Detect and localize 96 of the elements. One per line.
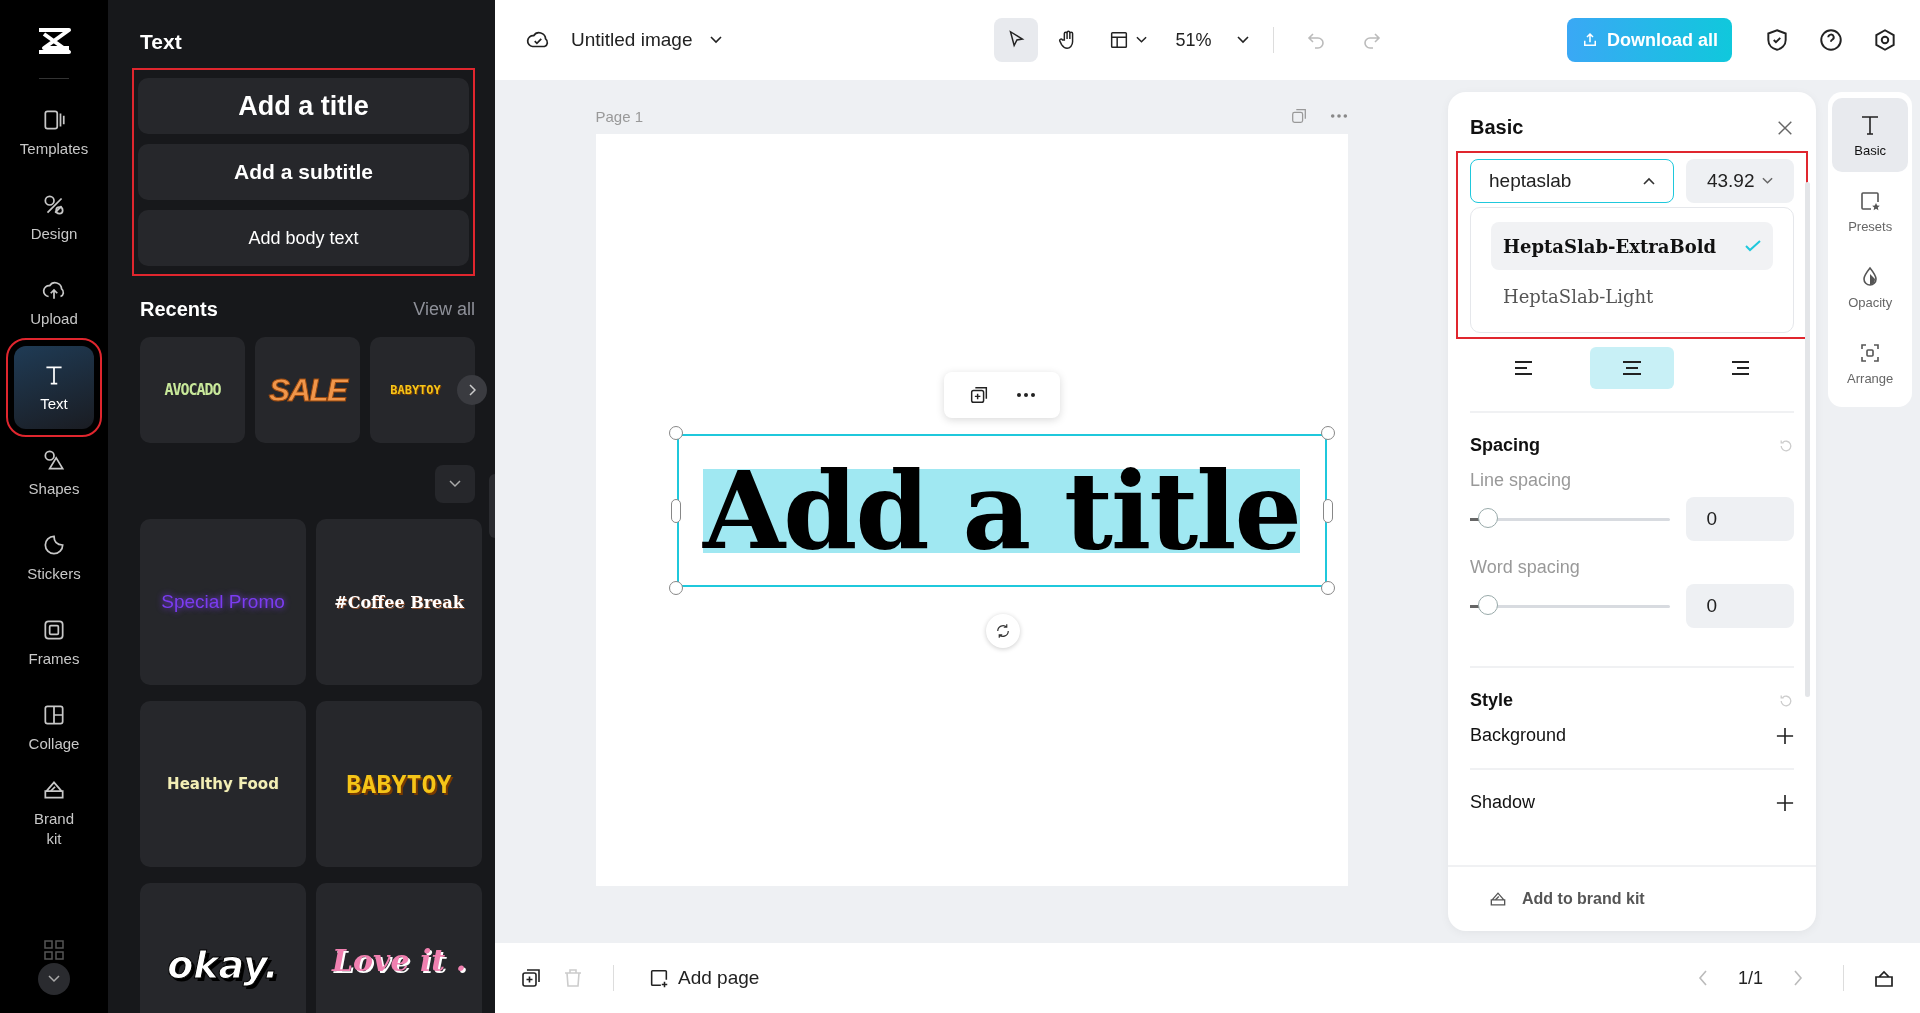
- check-icon: [1745, 240, 1762, 252]
- side-tab[interactable]: Presets: [1832, 174, 1908, 249]
- panel-title: Text: [140, 30, 183, 54]
- add-icon[interactable]: [1776, 726, 1795, 745]
- chevron-down-icon: [710, 36, 723, 44]
- apps-icon: [43, 939, 65, 961]
- scrollbar[interactable]: [1805, 182, 1811, 697]
- rotate-handle[interactable]: [985, 614, 1020, 648]
- slider-label: Word spacing: [1470, 557, 1581, 578]
- font-size-dropdown[interactable]: 43.92: [1686, 159, 1795, 203]
- close-icon[interactable]: [1776, 118, 1795, 137]
- page-label: Page 1: [595, 107, 644, 125]
- text-style-tile[interactable]: okay.: [140, 883, 306, 1013]
- nav-item[interactable]: Upload: [14, 261, 94, 344]
- align-right-icon: [1730, 360, 1751, 376]
- side-tab[interactable]: Basic: [1832, 98, 1908, 173]
- tool-button[interactable]: [994, 18, 1039, 62]
- text-style-tile[interactable]: SALE: [255, 337, 360, 443]
- next-page-icon[interactable]: [1791, 968, 1805, 988]
- view-all-link[interactable]: View all: [413, 299, 475, 320]
- nav-item[interactable]: Design: [14, 176, 94, 259]
- resize-handle[interactable]: [1322, 498, 1333, 523]
- text-style-sample: SALE: [268, 371, 347, 409]
- text-style-tile[interactable]: AVOCADO: [140, 337, 245, 443]
- section-heading: Style: [1470, 690, 1514, 711]
- chevron-right-icon: [468, 384, 476, 396]
- document-title-dropdown[interactable]: Untitled image: [565, 28, 729, 52]
- nav-item[interactable]: Templates: [14, 91, 94, 174]
- section-heading: Spacing: [1470, 435, 1540, 456]
- collapse-button[interactable]: [435, 465, 475, 503]
- number-field[interactable]: 0: [1686, 497, 1795, 541]
- chevron-down-icon: [1237, 36, 1250, 44]
- slider-label: Line spacing: [1470, 470, 1573, 491]
- nav-item[interactable]: Frames: [14, 601, 94, 684]
- text-style-sample: #Coffee Break: [334, 592, 464, 612]
- chevron-up-icon: [1643, 177, 1655, 185]
- add-text-button[interactable]: Add a subtitle: [138, 144, 469, 200]
- chevron-down-icon: [48, 975, 60, 983]
- nav-item[interactable]: Brand kit: [14, 771, 94, 854]
- add-text-button[interactable]: Add a title: [138, 78, 469, 134]
- add-page-icon: [648, 967, 670, 989]
- add-text-button[interactable]: Add body text: [138, 210, 469, 266]
- shield-icon[interactable]: [1764, 27, 1790, 53]
- add-page-button[interactable]: Add page: [642, 966, 766, 990]
- expand-button[interactable]: [38, 963, 70, 995]
- nav-item[interactable]: Collage: [14, 686, 94, 769]
- text-style-sample: Healthy Food: [167, 775, 279, 793]
- font-option[interactable]: HeptaSlab-ExtraBold: [1491, 222, 1774, 270]
- align-button[interactable]: [1590, 347, 1675, 389]
- upload-icon: [1581, 31, 1599, 49]
- canvas-title-text[interactable]: Add a title: [703, 468, 1300, 553]
- settings-icon[interactable]: [1872, 27, 1898, 53]
- more-icon[interactable]: [1015, 392, 1036, 398]
- nav-item[interactable]: Stickers: [14, 516, 94, 599]
- add-to-brand-kit-button[interactable]: Add to brand kit: [1448, 865, 1817, 931]
- duplicate-page-icon[interactable]: [519, 966, 543, 990]
- help-icon[interactable]: [1818, 27, 1844, 53]
- resize-handle[interactable]: [668, 426, 683, 440]
- font-option[interactable]: HeptaSlab-Light: [1491, 272, 1774, 320]
- text-style-sample: Special Promo: [161, 591, 285, 613]
- text-style-sample: okay.: [167, 943, 279, 987]
- resize-handle[interactable]: [670, 498, 681, 523]
- logo-icon: [36, 26, 72, 56]
- resize-handle[interactable]: [1320, 581, 1335, 595]
- chevron-down-icon: [449, 480, 461, 488]
- resize-handle[interactable]: [1320, 426, 1335, 440]
- page-counter: 1/1: [1737, 967, 1763, 989]
- nav-item[interactable]: Shapes: [14, 431, 94, 514]
- side-tab[interactable]: Opacity: [1832, 250, 1908, 325]
- align-center-icon: [1622, 360, 1643, 376]
- slider-thumb[interactable]: [1478, 507, 1498, 528]
- side-tab[interactable]: Arrange: [1832, 326, 1908, 401]
- panel-title: Basic: [1470, 116, 1524, 139]
- chevron-down-icon: [1136, 36, 1148, 44]
- align-left-icon: [1514, 360, 1535, 376]
- add-icon[interactable]: [1776, 793, 1795, 812]
- selection-frame[interactable]: Add a title: [676, 434, 1327, 587]
- text-style-sample: Love it .: [331, 943, 467, 978]
- text-style-sample: BABYTOY: [346, 769, 452, 799]
- text-style-tile[interactable]: BABYTOY: [316, 701, 482, 867]
- style-option-label: Background: [1470, 725, 1567, 746]
- text-style-tile[interactable]: #Coffee Break: [316, 519, 482, 685]
- zoom-dropdown[interactable]: 51%: [1169, 28, 1256, 52]
- section-heading: Recents: [140, 298, 218, 321]
- text-style-tile[interactable]: Healthy Food: [140, 701, 306, 867]
- next-button[interactable]: [457, 375, 487, 405]
- number-field[interactable]: 0: [1686, 584, 1795, 628]
- chevron-down-icon: [1762, 177, 1774, 185]
- resize-handle[interactable]: [668, 581, 683, 595]
- slider-thumb[interactable]: [1478, 594, 1498, 615]
- text-style-sample: BABYTOY: [390, 383, 441, 397]
- style-option-label: Shadow: [1470, 792, 1536, 813]
- font-dropdown[interactable]: heptaslab: [1470, 159, 1674, 203]
- text-style-tile[interactable]: BABYTOY: [370, 337, 475, 443]
- text-style-tile[interactable]: Love it .: [316, 883, 482, 1013]
- text-style-sample: AVOCADO: [164, 381, 221, 399]
